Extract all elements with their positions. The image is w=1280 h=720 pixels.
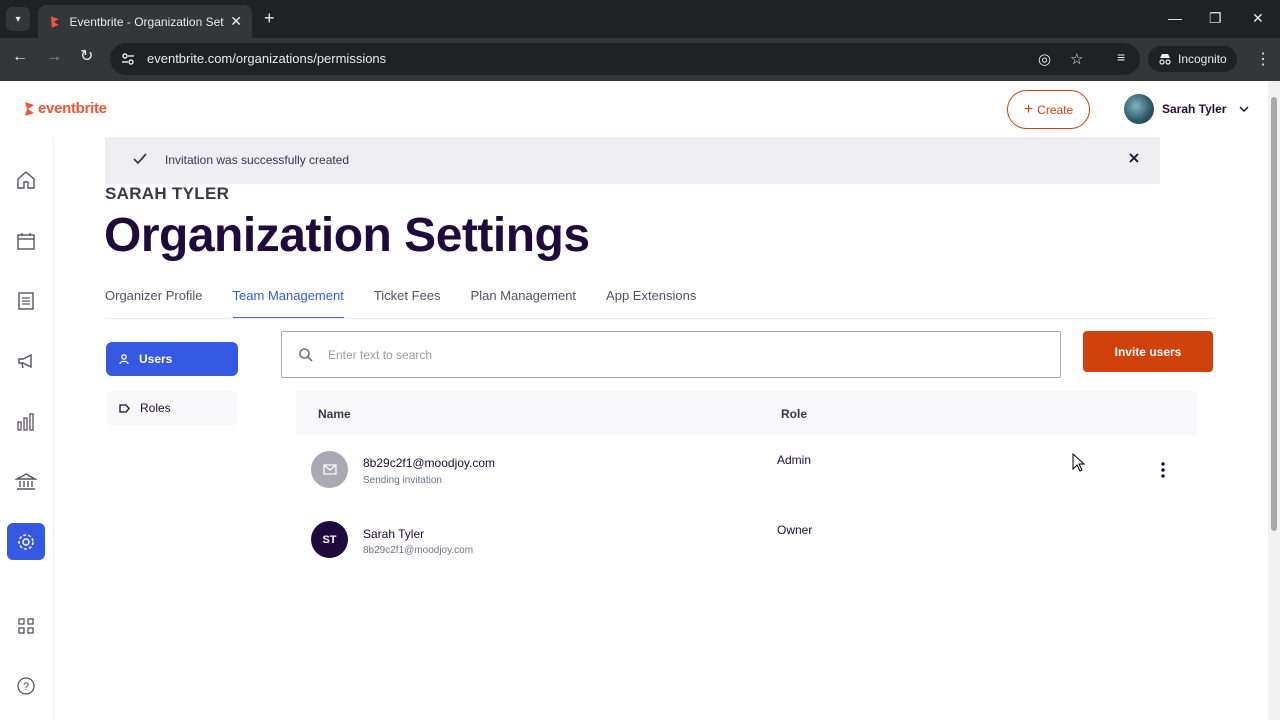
user-icon	[119, 353, 129, 364]
search-input[interactable]	[328, 345, 1028, 365]
user-initials-avatar: ST	[311, 521, 348, 558]
user-name: Sarah Tyler	[1162, 102, 1227, 116]
page-scrollbar[interactable]	[1268, 81, 1280, 720]
eye-off-icon[interactable]: ◎	[1038, 50, 1051, 68]
browser-menu-icon[interactable]: ⋮	[1255, 49, 1271, 69]
orders-icon[interactable]	[14, 289, 38, 313]
eventbrite-favicon-icon	[50, 15, 59, 28]
user-menu[interactable]: Sarah Tyler	[1124, 94, 1250, 124]
user-role: Owner	[777, 523, 813, 537]
sidebar-item-roles[interactable]: Roles	[106, 391, 238, 425]
browser-tab-strip: ▾ Eventbrite - Organization Settings ✕ +…	[0, 0, 1280, 38]
calendar-icon[interactable]	[14, 229, 38, 253]
apps-grid-icon[interactable]	[14, 614, 38, 638]
home-icon[interactable]	[14, 168, 38, 192]
megaphone-icon[interactable]	[14, 349, 38, 373]
user-email: 8b29c2f1@moodjoy.com	[363, 456, 496, 470]
bar-chart-icon[interactable]	[14, 410, 38, 434]
sidebar-item-label: Users	[139, 352, 173, 366]
site-info-icon[interactable]	[120, 51, 136, 67]
table-header: Name Role	[296, 391, 1198, 435]
plus-icon: +	[1023, 100, 1034, 118]
mouse-cursor-icon	[1072, 453, 1086, 472]
success-toast: Invitation was successfully created	[105, 137, 1160, 184]
tab-ticket-fees[interactable]: Ticket Fees	[374, 287, 441, 319]
sidebar-item-label: Roles	[140, 401, 171, 415]
address-bar[interactable]: eventbrite.com/organizations/permissions…	[110, 43, 1140, 75]
sidebar-item-users[interactable]: Users	[106, 342, 238, 376]
close-icon[interactable]	[1127, 151, 1141, 165]
back-arrow-icon[interactable]: ←	[12, 49, 28, 65]
checkmark-icon	[133, 153, 147, 165]
tag-icon	[119, 403, 130, 413]
search-icon	[299, 348, 313, 362]
eventbrite-logo-icon	[25, 101, 34, 116]
browser-toolbar: ← → ↻ eventbrite.com/organizations/permi…	[0, 38, 1280, 81]
new-tab-button[interactable]: +	[264, 9, 275, 27]
toast-message: Invitation was successfully created	[165, 153, 350, 167]
settings-gear-icon[interactable]	[7, 523, 45, 560]
column-header-role[interactable]: Role	[781, 407, 807, 421]
user-status: Sending invitation	[363, 475, 442, 486]
incognito-icon	[1159, 54, 1171, 65]
page: eventbrite + Create Sarah Tyler ? Invita…	[0, 81, 1268, 720]
incognito-badge[interactable]: Incognito	[1148, 46, 1237, 72]
bank-icon[interactable]	[14, 470, 38, 494]
url-text: eventbrite.com/organizations/permissions	[147, 51, 387, 66]
minimize-icon[interactable]: —	[1168, 10, 1182, 26]
page-title: Organization Settings	[104, 209, 590, 262]
bookmark-star-icon[interactable]: ☆	[1070, 50, 1083, 68]
help-icon[interactable]: ?	[14, 674, 38, 698]
tab-organizer-profile[interactable]: Organizer Profile	[105, 287, 203, 319]
user-name: Sarah Tyler	[363, 527, 425, 541]
organization-name: SARAH TYLER	[105, 184, 230, 203]
settings-tabs: Organizer Profile Team Management Ticket…	[105, 287, 696, 319]
tab-close-icon[interactable]: ✕	[230, 13, 242, 30]
avatar	[1124, 94, 1154, 124]
tab-app-extensions[interactable]: App Extensions	[606, 287, 696, 319]
eventbrite-logo[interactable]: eventbrite	[22, 100, 107, 117]
svg-text:?: ?	[23, 681, 29, 693]
tabs-divider	[105, 318, 1215, 319]
user-role: Admin	[777, 453, 812, 467]
restore-icon[interactable]: ❐	[1209, 10, 1222, 27]
tab-team-management[interactable]: Team Management	[232, 287, 344, 319]
create-label: Create	[1037, 102, 1074, 117]
tab-plan-management[interactable]: Plan Management	[471, 287, 577, 319]
invite-users-button[interactable]: Invite users	[1083, 331, 1213, 372]
column-header-name[interactable]: Name	[318, 407, 351, 421]
table-row: 8b29c2f1@moodjoy.com Sending invitation …	[296, 437, 1198, 507]
user-email: 8b29c2f1@moodjoy.com	[363, 545, 474, 556]
left-nav-rail: ?	[0, 138, 54, 720]
tab-search-button[interactable]: ▾	[6, 7, 30, 31]
scrollbar-thumb[interactable]	[1271, 97, 1277, 531]
tab-title: Eventbrite - Organization Settings	[69, 14, 225, 29]
table-row: ST Sarah Tyler 8b29c2f1@moodjoy.com Owne…	[296, 507, 1198, 577]
chevron-down-icon	[1239, 106, 1250, 113]
incognito-label: Incognito	[1178, 52, 1227, 66]
browser-tab[interactable]: Eventbrite - Organization Settings ✕	[38, 5, 252, 38]
search-box	[281, 331, 1061, 378]
close-window-icon[interactable]: ✕	[1252, 10, 1264, 27]
media-controls-icon[interactable]: ≡	[1117, 49, 1125, 65]
mail-icon	[311, 451, 348, 488]
forward-arrow-icon[interactable]: →	[46, 49, 62, 65]
more-options-icon[interactable]	[1160, 461, 1166, 479]
create-button[interactable]: + Create	[1007, 90, 1090, 129]
reload-icon[interactable]: ↻	[80, 49, 93, 65]
logo-text: eventbrite	[38, 100, 107, 117]
